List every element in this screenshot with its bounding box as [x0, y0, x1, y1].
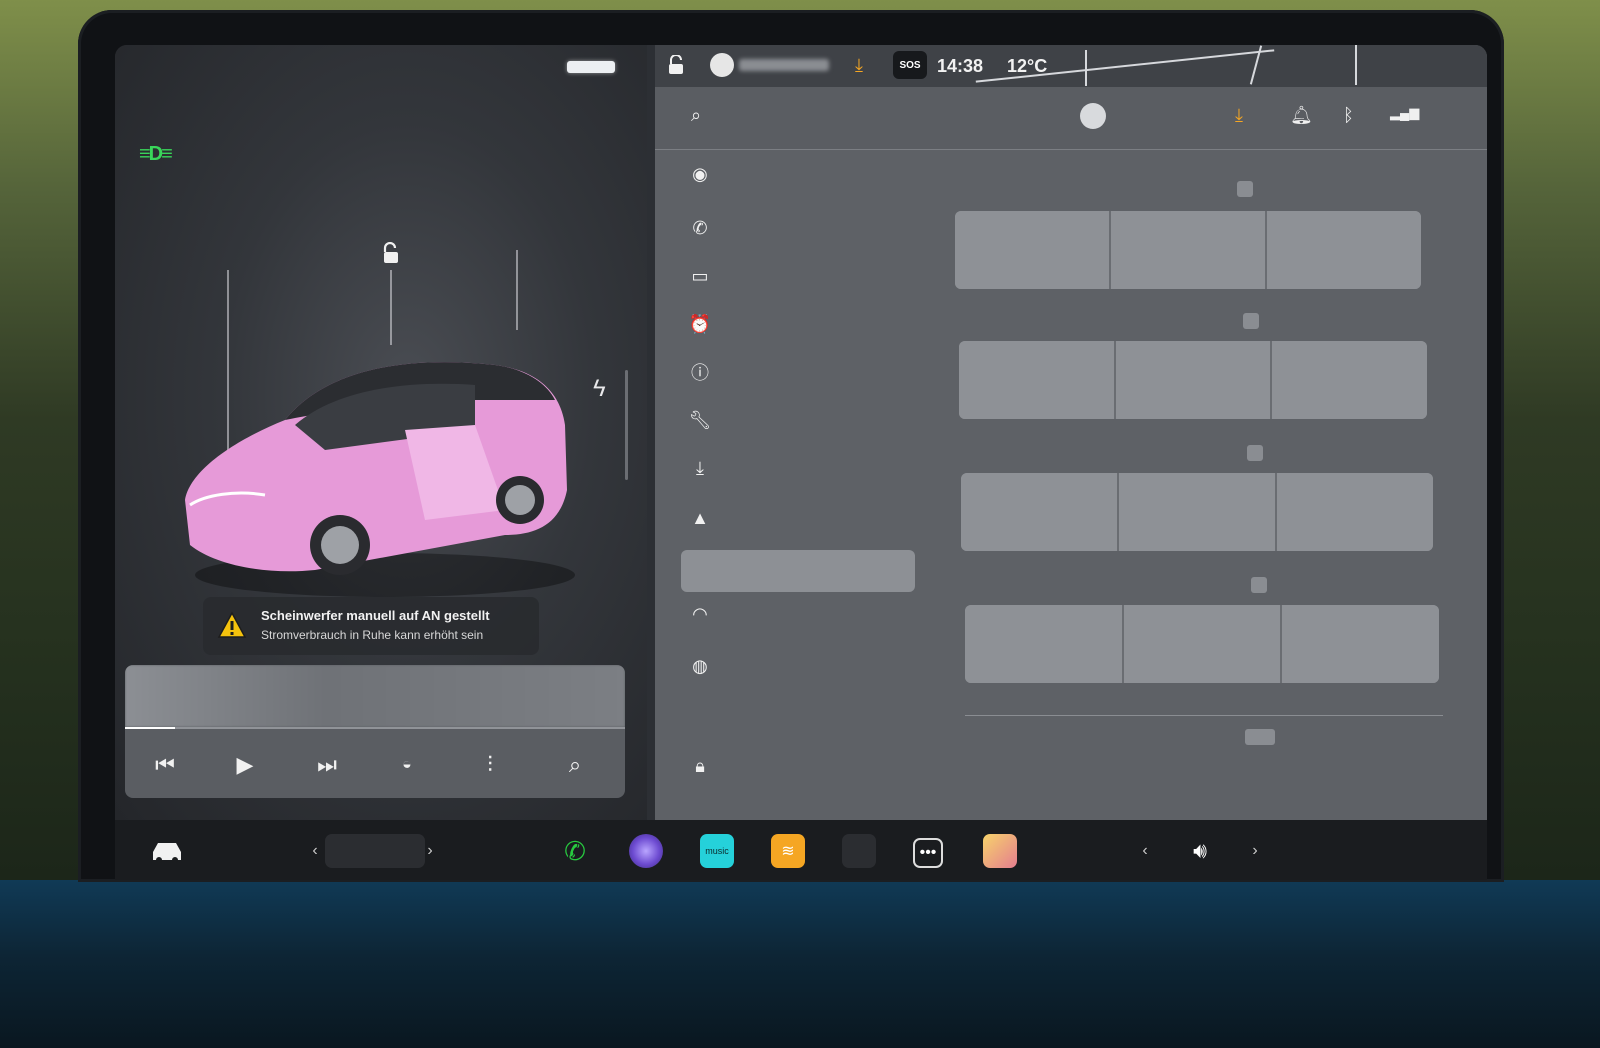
- settings-header: ⌕ ⤓ 🔔︎ ᛒ ▂▄▆: [655, 87, 1487, 150]
- media-progress-fill: [125, 727, 175, 729]
- source-icon[interactable]: ◒: [387, 745, 427, 785]
- more-apps-icon[interactable]: •••: [913, 838, 943, 868]
- media-player[interactable]: ⏮ ▶ ⏭ ◒ ⫶ ⌕: [125, 665, 625, 798]
- camera-app-icon[interactable]: [629, 834, 663, 868]
- option-button[interactable]: [1282, 605, 1439, 683]
- option-button[interactable]: [1115, 341, 1273, 419]
- volume-right-chevron-icon[interactable]: ›: [1245, 834, 1265, 868]
- pin-line: [516, 250, 518, 330]
- media-progress-bar[interactable]: [125, 727, 625, 729]
- option-row-label: [1237, 181, 1253, 197]
- now-playing-info[interactable]: [125, 665, 625, 727]
- clock: 14:38: [937, 56, 984, 76]
- sos-icon[interactable]: SOS: [893, 51, 927, 79]
- lock-icon[interactable]: 🔒︎: [685, 753, 715, 779]
- wifi-icon[interactable]: ◠: [685, 601, 715, 627]
- safety-icon[interactable]: ⓘ: [685, 359, 715, 385]
- warning-icon: [217, 611, 247, 638]
- option-row-label: [1243, 313, 1259, 329]
- option-row-4: [965, 605, 1439, 683]
- climate-right-chevron-icon[interactable]: ›: [420, 834, 440, 868]
- map-strip[interactable]: ⤓ SOS 14:38 12°C: [655, 45, 1487, 87]
- charge-port-icon[interactable]: ϟ: [593, 375, 606, 403]
- previous-track-icon[interactable]: ⏮: [145, 745, 185, 785]
- profile-name[interactable]: [739, 59, 829, 71]
- scroll-indicator: [625, 370, 628, 480]
- profile-icon[interactable]: [1080, 103, 1106, 129]
- audible-icon[interactable]: ≋: [771, 834, 805, 868]
- dashboard: [0, 880, 1600, 1048]
- option-button[interactable]: [1111, 211, 1267, 289]
- option-row-label: [1251, 577, 1267, 593]
- option-row-3: [961, 473, 1433, 551]
- outside-temperature: 12°C: [1007, 56, 1048, 76]
- option-button[interactable]: [965, 605, 1124, 683]
- volume-icon[interactable]: 🔊︎: [1183, 834, 1217, 868]
- car-panel: ≡D≡ ϟ Scheinwerfer manuell auf AN gestel…: [115, 45, 647, 820]
- navigation-icon[interactable]: ▲: [685, 505, 715, 531]
- option-button[interactable]: [1123, 605, 1283, 683]
- car-icon[interactable]: [149, 838, 185, 864]
- option-button[interactable]: [959, 341, 1116, 419]
- schedule-icon[interactable]: ⏰: [685, 311, 715, 337]
- bluetooth-icon[interactable]: ᛒ: [1343, 105, 1354, 126]
- amazon-music-icon[interactable]: music: [700, 834, 734, 868]
- map-road: [1085, 50, 1087, 86]
- software-icon[interactable]: ⤓: [685, 455, 715, 481]
- option-row-2: [959, 341, 1427, 419]
- selected-nav-item[interactable]: [681, 550, 915, 592]
- option-button[interactable]: [1267, 211, 1421, 289]
- headlights-on-icon[interactable]: ≡D≡: [139, 143, 173, 166]
- option-row-1: [955, 211, 1421, 289]
- section-divider: [965, 715, 1443, 716]
- option-button[interactable]: [1277, 473, 1433, 551]
- climate-control[interactable]: [325, 834, 425, 868]
- touchscreen: ≡D≡ ϟ Scheinwerfer manuell auf AN gestel…: [115, 45, 1487, 880]
- other-settings-icon[interactable]: ◍: [685, 653, 715, 679]
- volume-left-chevron-icon[interactable]: ‹: [1135, 834, 1155, 868]
- download-icon[interactable]: ⤓: [1235, 105, 1243, 126]
- taskbar: ‹ › ✆ music ≋ ••• ‹ 🔊︎ ›: [115, 820, 1487, 880]
- car-model-image[interactable]: [175, 330, 575, 600]
- option-row-label: [1247, 445, 1263, 461]
- section-label: [1245, 729, 1275, 745]
- option-button[interactable]: [1119, 473, 1277, 551]
- headlight-warning-alert[interactable]: Scheinwerfer manuell auf AN gestellt Str…: [203, 597, 539, 655]
- app-icon[interactable]: [842, 834, 876, 868]
- display-icon[interactable]: ▭: [685, 263, 715, 289]
- controls-icon[interactable]: ◉: [685, 161, 715, 187]
- option-button[interactable]: [955, 211, 1111, 289]
- toybox-icon[interactable]: [983, 834, 1017, 868]
- unlocked-icon[interactable]: [380, 242, 402, 264]
- phone-icon[interactable]: ✆: [685, 215, 715, 241]
- service-icon[interactable]: 🔧︎: [685, 407, 715, 433]
- battery-indicator: [567, 61, 615, 73]
- search-icon[interactable]: ⌕: [555, 745, 595, 785]
- search-icon[interactable]: ⌕: [691, 105, 701, 126]
- download-status-icon[interactable]: ⤓: [855, 55, 863, 76]
- alert-subtitle: Stromverbrauch in Ruhe kann erhöht sein: [261, 628, 484, 642]
- lock-status-icon[interactable]: [667, 55, 685, 75]
- settings-panel: ⤓ SOS 14:38 12°C ⌕ ⤓ 🔔︎ ᛒ ▂▄▆ ◉ ✆ ▭ ⏰ ⓘ …: [655, 45, 1487, 820]
- lte-signal-icon: ▂▄▆: [1390, 105, 1420, 120]
- map-road: [1355, 45, 1357, 85]
- climate-left-chevron-icon[interactable]: ‹: [305, 834, 325, 868]
- notification-bell-icon[interactable]: 🔔︎: [1290, 105, 1313, 126]
- play-icon[interactable]: ▶: [225, 745, 265, 785]
- phone-app-icon[interactable]: ✆: [558, 834, 592, 868]
- option-button[interactable]: [1272, 341, 1427, 419]
- equalizer-icon[interactable]: ⫶: [470, 745, 510, 785]
- option-button[interactable]: [961, 473, 1119, 551]
- driver-profile-icon[interactable]: [710, 53, 734, 77]
- alert-title: Scheinwerfer manuell auf AN gestellt: [261, 608, 490, 623]
- next-track-icon[interactable]: ⏭: [307, 745, 347, 785]
